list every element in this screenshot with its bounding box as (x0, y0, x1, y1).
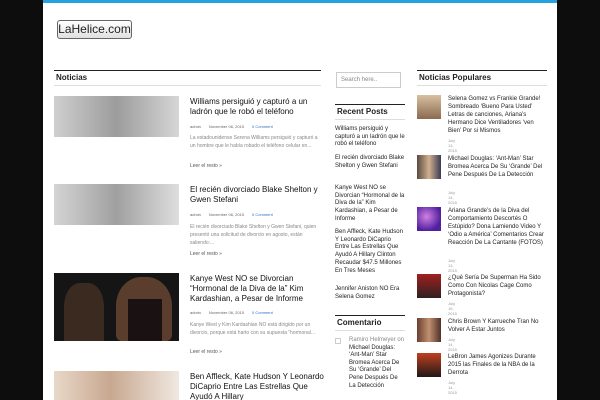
popular-date: July 14, 2015 (448, 190, 457, 205)
recent-post-link[interactable]: Kanye West NO se Divorcian “Hormonal de … (335, 185, 405, 224)
recent-comment: Ramiro Helmeyer on Michael Douglas: ‘Ant… (349, 337, 405, 390)
comment-heading: Comentario (335, 315, 405, 331)
popular-thumbnail[interactable] (417, 155, 441, 179)
article-thumbnail[interactable] (54, 371, 179, 400)
site-logo[interactable]: LaHelice.com (57, 20, 132, 39)
article-title[interactable]: Kanye West NO se Divorcian “Hormonal de … (190, 274, 325, 304)
article-title[interactable]: Williams persiguió y capturó a un ladrón… (190, 97, 325, 117)
article-excerpt: El recién divorciado Blake Shelton y Gwe… (190, 224, 317, 246)
popular-title[interactable]: Ariana Grande’s de la Diva del Comportam… (448, 207, 546, 247)
article-date: November 06, 2015 (208, 310, 245, 315)
popular-thumbnail[interactable] (417, 353, 441, 377)
popular-title[interactable]: Michael Douglas: ‘Ant-Man’ Star Bromea A… (448, 155, 546, 179)
article-author: admin (190, 124, 201, 129)
page: LaHelice.com Noticias Williams persiguió… (43, 0, 557, 400)
article-thumbnail[interactable] (54, 184, 179, 225)
popular-title[interactable]: Chris Brown Y Karrueche Tran No Volver A… (448, 318, 546, 334)
recent-post-link[interactable]: Williams persiguió y capturó a un ladrón… (335, 126, 405, 149)
article-excerpt: La estadounidense Serena Williams persig… (190, 135, 318, 149)
article-comments-link[interactable]: 0 Comment (252, 212, 273, 217)
popular-thumbnail[interactable] (417, 274, 441, 298)
recent-post-link[interactable]: Ben Affleck, Kate Hudson Y Leonardo DiCa… (335, 229, 405, 275)
comment-author[interactable]: Ramiro Helmeyer (349, 337, 396, 343)
popular-heading: Noticias Populares (417, 70, 547, 86)
popular-date: July 14, 2015 (448, 380, 457, 395)
read-more-link[interactable]: Leer el resto » (190, 349, 222, 355)
top-accent-bar (43, 0, 557, 3)
read-more-link[interactable]: Leer el resto » (190, 163, 222, 169)
popular-date: July 13, 2015 (448, 138, 457, 153)
read-more-link[interactable]: Leer el resto » (190, 251, 222, 257)
article-meta: admin November 06, 2015 0 Comment (190, 124, 281, 129)
article-excerpt: Kanye West y Kim Kardashian NO está diri… (190, 322, 316, 336)
article-meta: admin November 06, 2015 0 Comment (190, 310, 281, 315)
popular-title[interactable]: LeBron James Agonizes Durante 2015 las F… (448, 353, 546, 377)
article-comments-link[interactable]: 0 Comment (252, 310, 273, 315)
popular-thumbnail[interactable] (417, 95, 441, 119)
article-author: admin (190, 310, 201, 315)
noticias-heading: Noticias (54, 70, 321, 86)
article-title[interactable]: Ben Affleck, Kate Hudson Y Leonardo DiCa… (190, 372, 325, 400)
article-meta: admin November 06, 2015 0 Comment (190, 212, 281, 217)
popular-thumbnail[interactable] (417, 318, 441, 342)
article-date: November 06, 2015 (208, 124, 245, 129)
comment-on-label: on (397, 337, 405, 343)
popular-title[interactable]: ¿Qué Sería De Superman Ha Sido Como Con … (448, 274, 546, 298)
popular-date: July 16, 2015 (448, 301, 457, 316)
article-thumbnail[interactable] (54, 96, 179, 137)
search-input[interactable]: Search here.. (336, 72, 401, 88)
article-thumbnail[interactable] (54, 273, 179, 341)
commenter-avatar-icon (335, 338, 341, 344)
recent-posts-heading: Recent Posts (335, 104, 405, 120)
comment-post-link[interactable]: Michael Douglas: ‘Ant-Man’ Star Bromea A… (349, 345, 399, 389)
popular-date: July 14, 2015 (448, 337, 457, 352)
popular-date: July 13, 2015 (448, 258, 457, 273)
article-date: November 06, 2015 (208, 212, 245, 217)
article-title[interactable]: El recién divorciado Blake Shelton y Gwe… (190, 185, 325, 205)
recent-post-link[interactable]: El recién divorciado Blake Shelton y Gwe… (335, 155, 405, 170)
popular-thumbnail[interactable] (417, 207, 441, 231)
popular-title[interactable]: Selena Gomez vs Frankie Grande! Sombread… (448, 95, 546, 135)
article-author: admin (190, 212, 201, 217)
article-comments-link[interactable]: 0 Comment (252, 124, 273, 129)
recent-post-link[interactable]: Jennifer Aniston NO Era Selena Gomez (335, 286, 405, 301)
